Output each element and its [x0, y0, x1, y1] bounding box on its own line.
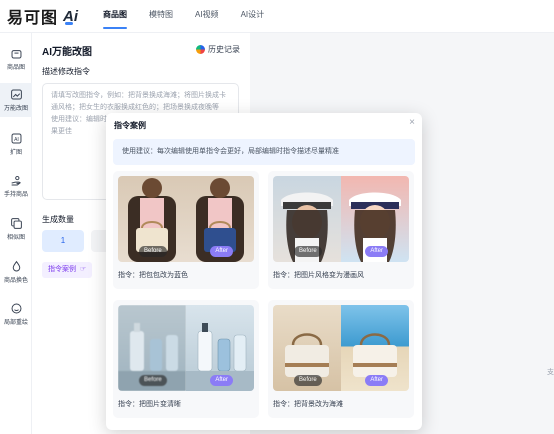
after-tag: After — [365, 375, 388, 386]
sidebar-item-label: 商品换色 — [3, 278, 28, 284]
expand-image-icon: AI — [11, 133, 21, 144]
after-tag: After — [365, 246, 388, 257]
sidebar-item-inpaint[interactable]: 局部重绘 — [0, 302, 32, 326]
face-smile-icon — [11, 303, 21, 314]
top-bar: 易可图 Ai 商品图 模特图 AI视频 AI设计 — [0, 0, 554, 33]
card-caption: 指令：把图片变清晰 — [118, 401, 181, 408]
sidebar-item-label: 扩图 — [9, 150, 22, 156]
sidebar-item-label: 手持商品 — [3, 192, 28, 198]
history-label: 历史记录 — [208, 45, 240, 54]
quantity-label: 生成数量 — [42, 215, 74, 224]
after-image: After — [186, 176, 254, 262]
card-caption: 指令：把包包改为蓝色 — [118, 272, 188, 279]
sidebar-item-label: 局部重绘 — [3, 320, 28, 326]
usage-tip: 使用建议：每次编辑使用单指令会更好，局部编辑时指令描述尽量精准 — [113, 139, 415, 165]
history-icon — [196, 45, 205, 54]
sidebar-item-label: 万能改图 — [3, 106, 28, 112]
card-caption: 指令：把背景改为海滩 — [273, 401, 343, 408]
close-icon[interactable]: × — [409, 117, 415, 128]
similar-image-icon — [10, 218, 22, 229]
before-image: Before — [118, 305, 186, 391]
example-image: Before After — [273, 176, 409, 262]
after-tag: After — [210, 246, 233, 257]
before-image: Before — [273, 176, 341, 262]
example-card[interactable]: Before After 指令：把背景改为海滩 — [268, 300, 414, 418]
logo-text: 易可图 — [7, 8, 59, 27]
prompt-label: 描述修改指令 — [42, 67, 90, 76]
example-card[interactable]: Before After 指令：把图片变清晰 — [113, 300, 259, 418]
color-drop-icon — [12, 260, 20, 272]
sidebar-item-recolor[interactable]: 商品换色 — [0, 260, 32, 284]
example-chip-button[interactable]: 指令案例 ☞ — [42, 262, 93, 278]
before-image: Before — [118, 176, 186, 262]
logo[interactable]: 易可图 Ai — [7, 7, 79, 28]
canvas-hint: 支 — [547, 369, 554, 376]
example-card[interactable]: Before After 指令：把包包改为蓝色 — [113, 171, 259, 289]
nav-tab-ai-video[interactable]: AI视频 — [184, 0, 230, 33]
pointer-icon: ☞ — [79, 266, 87, 273]
after-image: After — [341, 305, 409, 391]
sidebar-item-handheld[interactable]: 手持商品 — [0, 174, 32, 198]
card-caption: 指令：把图片风格变为漫画风 — [273, 272, 364, 279]
example-chip-label: 指令案例 — [48, 266, 76, 273]
example-image: Before After — [273, 305, 409, 391]
sidebar-item-universal-edit[interactable]: 万能改图 — [0, 83, 32, 117]
before-tag: Before — [139, 375, 167, 386]
after-tag: After — [210, 375, 233, 386]
sidebar-item-expand[interactable]: AI 扩图 — [0, 132, 32, 156]
before-tag: Before — [294, 246, 322, 257]
after-image: After — [341, 176, 409, 262]
popup-title: 指令案例 — [114, 121, 146, 130]
history-button[interactable]: 历史记录 — [196, 44, 240, 55]
sidebar-item-similar[interactable]: 相似图 — [0, 217, 32, 241]
bag-icon — [11, 50, 21, 59]
sidebar-item-product-image[interactable]: 商品图 — [0, 47, 32, 71]
quantity-option-1[interactable]: 1 — [42, 230, 84, 252]
sidebar-item-label: 商品图 — [6, 65, 25, 71]
hand-hold-icon — [11, 175, 21, 186]
example-image: Before After — [118, 305, 254, 391]
example-card[interactable]: Before After 指令：把图片风格变为漫画风 — [268, 171, 414, 289]
nav-tab-model-image[interactable]: 模特图 — [138, 0, 184, 33]
nav-tab-ai-design[interactable]: AI设计 — [230, 0, 276, 33]
image-edit-icon — [10, 89, 22, 100]
before-tag: Before — [294, 375, 322, 386]
svg-text:AI: AI — [14, 137, 19, 143]
instruction-examples-popup: 指令案例 × 使用建议：每次编辑使用单指令会更好，局部编辑时指令描述尽量精准 B… — [106, 113, 422, 430]
example-image: Before After — [118, 176, 254, 262]
sidebar-item-label: 相似图 — [6, 235, 25, 241]
left-sidebar: 商品图 万能改图 AI 扩图 手持商品 相似图 商品换色 局部重绘 — [0, 33, 32, 434]
nav-tab-product-image[interactable]: 商品图 — [92, 0, 138, 33]
top-nav: 商品图 模特图 AI视频 AI设计 — [92, 0, 275, 33]
before-tag: Before — [139, 246, 167, 257]
logo-ai-mark: Ai — [63, 7, 79, 25]
after-image: After — [186, 305, 254, 391]
panel-title: AI万能改图 — [42, 47, 92, 58]
before-image: Before — [273, 305, 341, 391]
